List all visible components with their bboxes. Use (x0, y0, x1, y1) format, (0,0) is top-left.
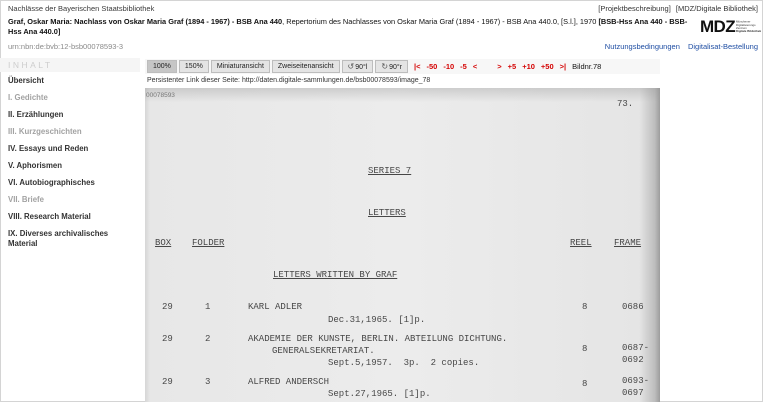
entry-details: Dec.31,1965. [1]p. (328, 315, 426, 325)
two-page-view-button[interactable]: Zweiseitenansicht (271, 60, 340, 73)
back-50-link[interactable]: -50 (426, 62, 437, 71)
sidebar: INHALT Übersicht I. Gedichte II. Erzählu… (0, 58, 140, 248)
forward-50-link[interactable]: +50 (541, 62, 554, 71)
scan-page-number: 73. (617, 99, 634, 109)
collection-title: Nachlässe der Bayerischen Staatsbiblioth… (8, 4, 155, 13)
last-page-link[interactable]: >| (560, 62, 566, 71)
entry-reel: 8 (582, 379, 588, 389)
entry-frame: 0687- (622, 343, 650, 353)
sidebar-item-autobiographical[interactable]: VI. Autobiographisches (8, 174, 140, 191)
entry-folder: 3 (205, 377, 211, 387)
zoom-100-button[interactable]: 100% (147, 60, 177, 73)
scan-column-box: BOX (155, 238, 172, 248)
entry-reel: 8 (582, 302, 588, 312)
first-page-link[interactable]: |< (414, 62, 420, 71)
entry-frame: 0692 (622, 355, 644, 365)
entry-folder: 2 (205, 334, 211, 344)
mdz-library-link[interactable]: [MDZ/Digitale Bibliothek] (676, 4, 758, 13)
scan-section-heading: LETTERS (368, 208, 406, 218)
sidebar-item-essays[interactable]: IV. Essays und Reden (8, 140, 140, 157)
title-main: Graf, Oskar Maria: Nachlass von Oskar Ma… (8, 17, 283, 26)
title-repertorium: , Repertorium des Nachlasses von Oskar M… (282, 17, 599, 26)
permalink: Persistenter Link dieser Seite: http://d… (147, 76, 430, 85)
rotate-right-button[interactable]: ↻90°r (375, 60, 408, 73)
image-number: Bildnr.78 (572, 62, 602, 71)
project-description-link[interactable]: [Projektbeschreibung] (598, 4, 671, 13)
forward-10-link[interactable]: +10 (522, 62, 535, 71)
rotate-left-icon: ↺ (347, 62, 355, 71)
sidebar-item-poems: I. Gedichte (8, 93, 48, 102)
sidebar-item-stories[interactable]: II. Erzählungen (8, 106, 140, 123)
mdz-logo[interactable]: MDZ Münchener Digitalisierungs Zentrum D… (700, 17, 762, 41)
logo-subtitle: Münchener Digitalisierungs Zentrum Digit… (736, 20, 762, 33)
scan-column-reel: REEL (570, 238, 592, 248)
entry-name-continued: GENERALSEKRETARIAT. (272, 346, 375, 356)
back-10-link[interactable]: -10 (443, 62, 454, 71)
entry-frame: 0686 (622, 302, 644, 312)
entry-frame: 0693- (622, 376, 650, 386)
sidebar-item-short-stories: III. Kurzgeschichten (8, 127, 82, 136)
rotate-right-label: 90°r (389, 64, 402, 71)
urn: urn:nbn:de:bvb:12-bsb00078593-3 (8, 42, 124, 51)
scanned-page-image: 00078593 73. SERIES 7 LETTERS BOX FOLDER… (145, 88, 660, 402)
entry-box: 29 (162, 302, 173, 312)
zoom-150-button[interactable]: 150% (178, 60, 209, 73)
rotate-left-label: 90°l (355, 64, 368, 71)
scan-series-heading: SERIES 7 (368, 166, 412, 176)
scan-subsection-heading: LETTERS WRITTEN BY GRAF (273, 270, 398, 280)
sidebar-item-research-material[interactable]: VIII. Research Material (8, 208, 140, 225)
sidebar-item-aphorisms[interactable]: V. Aphorismen (8, 157, 140, 174)
entry-box: 29 (162, 377, 173, 387)
back-5-link[interactable]: -5 (460, 62, 467, 71)
entry-name: ALFRED ANDERSCH (248, 377, 330, 387)
top-links: [Projektbeschreibung] [MDZ/Digitale Bibl… (595, 4, 758, 13)
next-page-link[interactable]: > (497, 62, 501, 71)
entry-details: Sept.5,1957. 3p. 2 copies. (328, 358, 480, 368)
scan-id: 00078593 (146, 92, 175, 99)
logo-mark: MDZ (700, 17, 736, 36)
sidebar-item-letters: VII. Briefe (8, 195, 44, 204)
scan-column-frame: FRAME (614, 238, 642, 248)
entry-name: KARL ADLER (248, 302, 303, 312)
order-digital-copy-link[interactable]: Digitalisat-Bestellung (688, 42, 758, 51)
table-of-contents: Übersicht I. Gedichte II. Erzählungen II… (0, 72, 140, 248)
sidebar-item-miscellaneous[interactable]: IX. Diverses archivalisches Material (8, 225, 126, 248)
scan-column-folder: FOLDER (192, 238, 225, 248)
nav-forward: > +5 +10 +50 >| (497, 62, 566, 71)
viewer-toolbar: 100% 150% Miniaturansicht Zweiseitenansi… (145, 59, 660, 74)
header-links: Nutzungsbedingungen Digitalisat-Bestellu… (599, 42, 758, 51)
terms-of-use-link[interactable]: Nutzungsbedingungen (605, 42, 680, 51)
forward-5-link[interactable]: +5 (508, 62, 517, 71)
entry-details: Sept.27,1965. [1]p. (328, 389, 431, 399)
entry-name: AKADEMIE DER KUNSTE, BERLIN. ABTEILUNG D… (248, 334, 508, 344)
permalink-label: Persistenter Link dieser Seite: (147, 77, 240, 84)
thumbnail-view-button[interactable]: Miniaturansicht (210, 60, 270, 73)
entry-box: 29 (162, 334, 173, 344)
previous-page-link[interactable]: < (473, 62, 477, 71)
nav-back: |< -50 -10 -5 < (414, 62, 477, 71)
sidebar-item-overview[interactable]: Übersicht (8, 72, 140, 89)
entry-frame: 0697 (622, 388, 644, 398)
document-title: Graf, Oskar Maria: Nachlass von Oskar Ma… (8, 17, 694, 37)
rotate-right-icon: ↻ (381, 62, 389, 71)
entry-folder: 1 (205, 302, 211, 312)
entry-reel: 8 (582, 344, 588, 354)
rotate-left-button[interactable]: ↺90°l (341, 60, 374, 73)
sidebar-heading: INHALT (0, 58, 140, 72)
permalink-url: http://daten.digitale-sammlungen.de/bsb0… (241, 77, 431, 84)
